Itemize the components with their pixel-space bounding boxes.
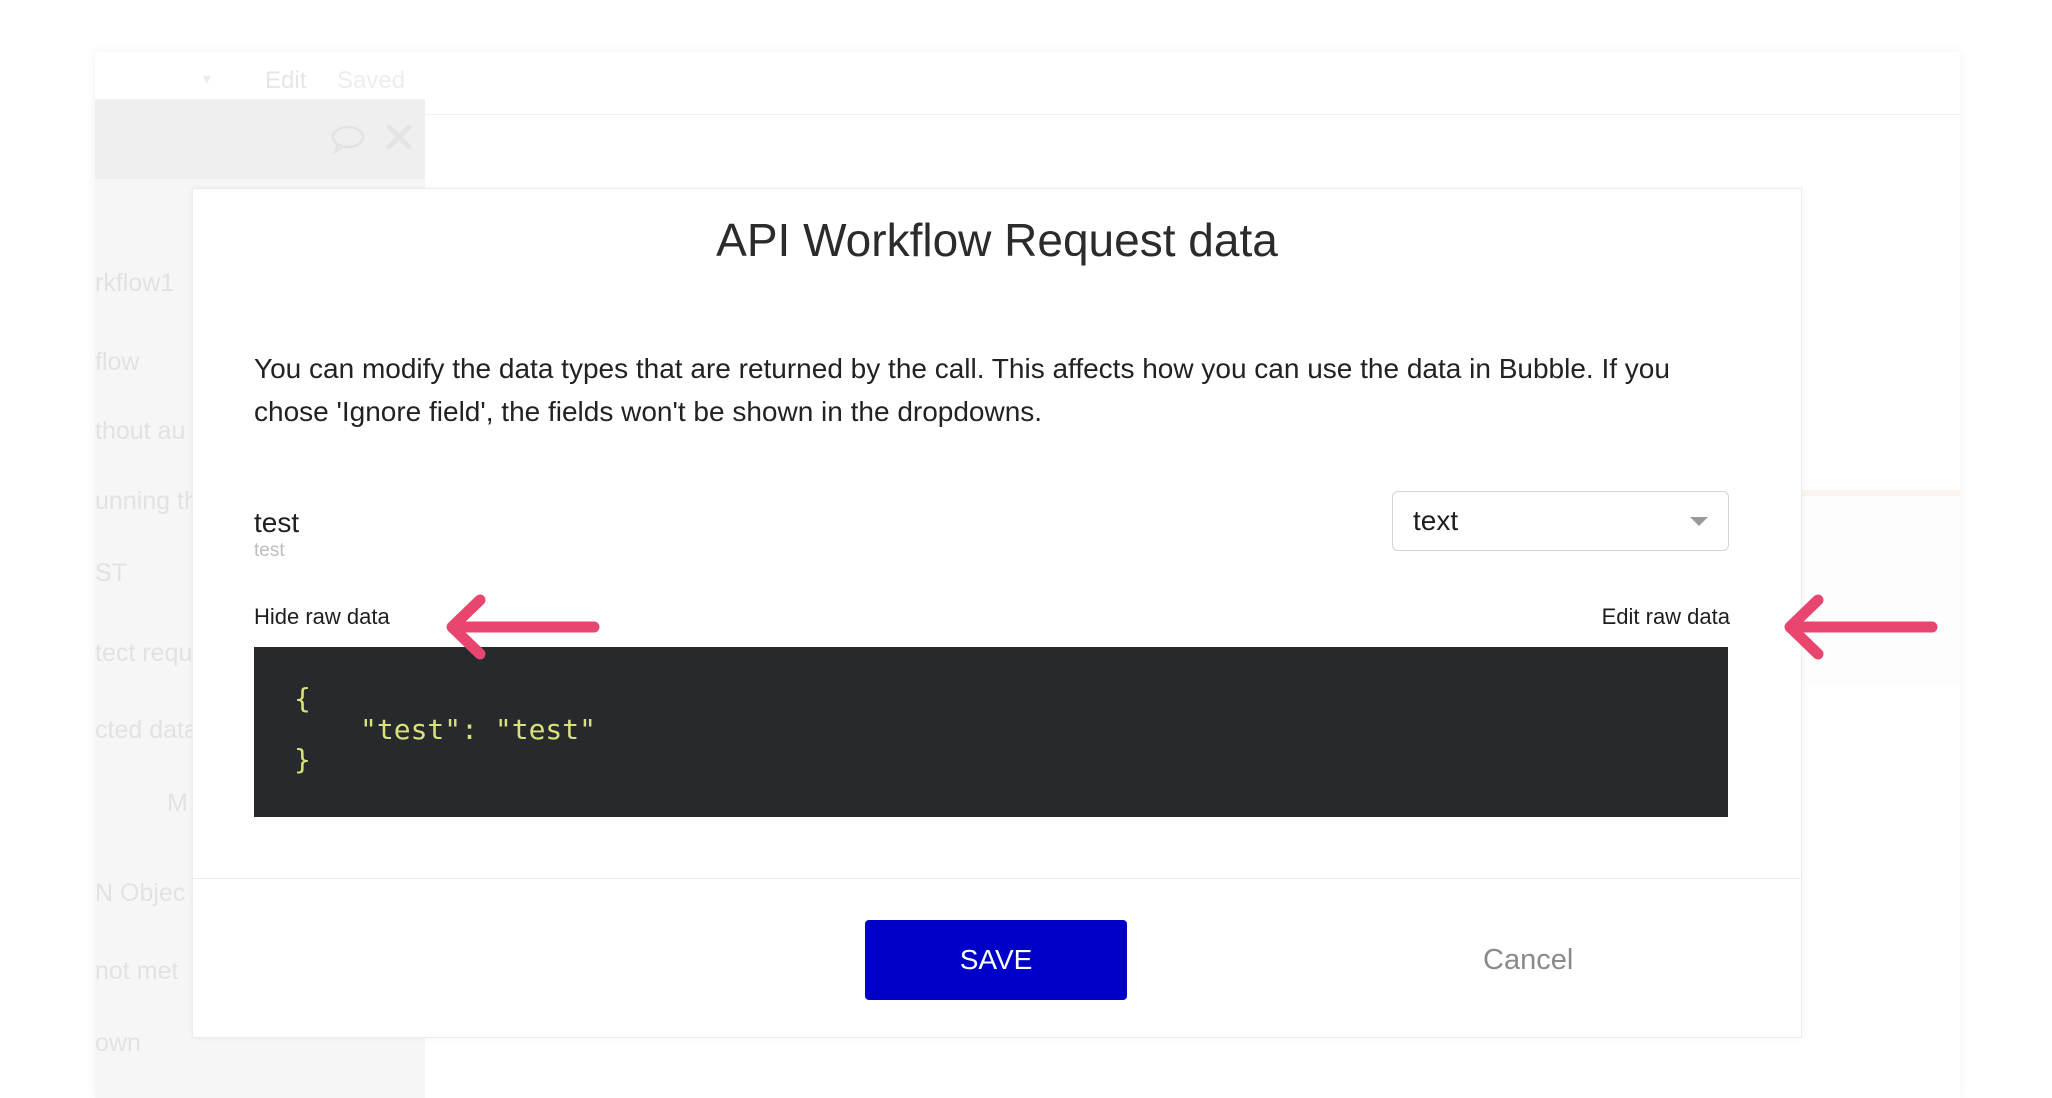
divider (193, 878, 1801, 879)
list-item[interactable]: N Objec (95, 879, 185, 908)
edit-menu[interactable]: Edit (265, 67, 306, 95)
list-item[interactable]: not met (95, 957, 178, 986)
field-type-value: text (1413, 505, 1459, 536)
list-item[interactable]: own (95, 1029, 141, 1058)
code-line: "test": "test" (360, 713, 597, 746)
list-item[interactable]: rkflow1 (95, 269, 174, 298)
hide-raw-data-link[interactable]: Hide raw data (254, 604, 390, 630)
comment-icon[interactable] (330, 123, 366, 155)
list-item[interactable]: cted data (95, 716, 198, 745)
list-item[interactable]: thout au (95, 417, 185, 446)
arrow-left-icon (1784, 594, 1938, 660)
arrow-left-icon (446, 594, 600, 660)
raw-data-code-block: { "test": "test" } (254, 647, 1728, 817)
request-data-modal: API Workflow Request data You can modify… (192, 188, 1802, 1038)
chevron-down-icon[interactable]: ▾ (203, 69, 211, 89)
edit-raw-data-link[interactable]: Edit raw data (1602, 604, 1730, 630)
panel-header (95, 99, 425, 179)
field-type-dropdown[interactable]: text (1392, 491, 1729, 551)
list-item[interactable]: M (167, 789, 188, 818)
modal-description: You can modify the data types that are r… (254, 353, 1670, 427)
code-line: { (294, 682, 311, 715)
list-item[interactable]: flow (95, 348, 139, 377)
modal-title: API Workflow Request data (716, 214, 1278, 266)
cancel-button[interactable]: Cancel (1483, 944, 1573, 977)
list-item[interactable]: ST (95, 559, 127, 588)
list-item[interactable]: tect requ (95, 639, 192, 668)
save-button[interactable]: SAVE (865, 920, 1127, 1000)
chevron-down-icon (1690, 517, 1708, 526)
close-icon[interactable] (385, 123, 413, 151)
saved-status: Saved (337, 67, 406, 94)
field-key: test (254, 540, 285, 561)
list-item[interactable]: unning th (95, 487, 198, 516)
code-line: } (294, 743, 311, 776)
field-name: test (254, 507, 300, 538)
